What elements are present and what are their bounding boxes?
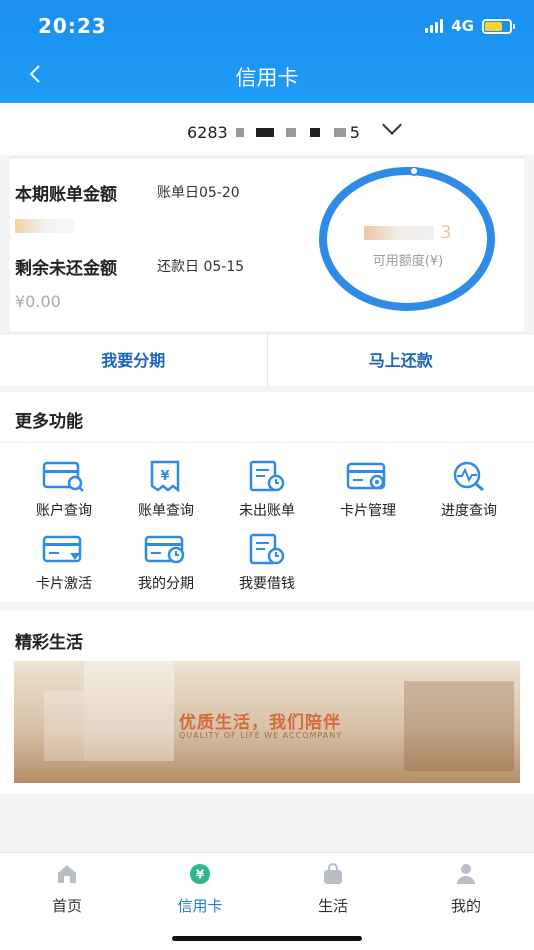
user-icon [457, 864, 475, 884]
bill-clock-icon [249, 460, 285, 492]
svg-text:¥: ¥ [196, 868, 205, 882]
available-credit-label: 可用额度(¥) [372, 254, 444, 269]
banner-building [44, 691, 84, 761]
masked-digit [309, 128, 320, 137]
card-number-prefix: 6283 [187, 123, 228, 142]
remaining-label: 剩余未还金额 [15, 259, 117, 279]
page-title: 信用卡 [235, 66, 299, 90]
divider [0, 442, 534, 443]
banner-subline: QUALITY OF LIFE WE ACCOMPANY [179, 731, 343, 740]
func-label: 未出账单 [239, 503, 295, 519]
current-bill-amount-masked [15, 219, 75, 233]
status-time: 20:23 [38, 14, 107, 38]
func-label: 卡片管理 [340, 503, 396, 519]
bill-yen-icon: ¥ [150, 460, 180, 492]
available-credit-value: 3 [348, 222, 468, 243]
installment-button[interactable]: 我要分期 [0, 334, 268, 386]
card-number-suffix: 5 [349, 123, 360, 142]
func-label: 我的分期 [138, 576, 194, 592]
remaining-amount: ¥0.00 [15, 292, 61, 311]
tab-mine[interactable]: 我的 [416, 863, 516, 916]
tab-credit-card[interactable]: ¥ 信用卡 [150, 863, 250, 916]
loan-document-icon [249, 533, 285, 565]
func-unbilled[interactable]: 未出账单 [217, 460, 317, 520]
current-bill-label: 本期账单金额 [15, 185, 117, 205]
tab-label: 信用卡 [177, 897, 223, 915]
func-borrow-money[interactable]: 我要借钱 [217, 533, 317, 593]
masked-digit [285, 128, 296, 137]
masked-digit [333, 128, 346, 137]
masked-amount [364, 226, 435, 240]
func-label: 账单查询 [138, 503, 194, 519]
action-bar: 我要分期 马上还款 [0, 333, 534, 386]
status-indicators: 4G [425, 17, 515, 35]
func-my-installment[interactable]: 我的分期 [116, 533, 216, 593]
signal-icon [425, 19, 444, 33]
func-bill-query[interactable]: ¥ 账单查询 [116, 460, 216, 520]
banner-building [404, 681, 514, 771]
available-credit-suffix: 3 [440, 222, 452, 243]
network-type: 4G [451, 17, 474, 35]
repay-day: 还款日 05-15 [157, 259, 245, 275]
func-label: 卡片激活 [36, 576, 92, 592]
tab-label: 生活 [317, 897, 348, 915]
card-clock-icon [144, 535, 185, 564]
masked-digit [255, 128, 274, 137]
home-indicator [172, 936, 362, 941]
func-label: 我要借钱 [239, 576, 295, 592]
life-banner[interactable]: 优质生活，我们陪伴 QUALITY OF LIFE WE ACCOMPANY [14, 661, 520, 783]
card-activate-icon [42, 535, 82, 563]
progress-search-icon [453, 461, 484, 492]
card-search-icon [42, 461, 84, 492]
func-card-manage[interactable]: 卡片管理 [318, 460, 418, 520]
banner-headline: 优质生活，我们陪伴 [179, 713, 341, 733]
battery-icon [482, 18, 515, 34]
card-number: 6283 5 [187, 123, 360, 142]
tab-label: 首页 [51, 897, 82, 915]
bill-day: 账单日05-20 [157, 185, 240, 201]
repay-now-button[interactable]: 马上还款 [268, 334, 534, 386]
life-title: 精彩生活 [15, 633, 83, 653]
tab-home[interactable]: 首页 [17, 863, 117, 916]
func-card-activate[interactable]: 卡片激活 [14, 533, 114, 593]
tab-life[interactable]: 生活 [283, 863, 383, 916]
header: 20:23 4G 信用卡 [0, 0, 534, 103]
func-progress-query[interactable]: 进度查询 [419, 460, 519, 520]
masked-digit [235, 128, 244, 137]
func-label: 进度查询 [441, 503, 497, 519]
func-label: 账户查询 [36, 503, 92, 519]
card-selector[interactable]: 6283 5 [0, 103, 534, 155]
more-functions-title: 更多功能 [15, 412, 83, 432]
yen-coin-icon: ¥ [190, 864, 210, 884]
tab-label: 我的 [450, 897, 481, 915]
bag-icon [324, 863, 342, 884]
func-account-query[interactable]: 账户查询 [14, 460, 114, 520]
banner-building [84, 661, 174, 761]
card-gear-icon [346, 462, 386, 490]
home-icon [58, 865, 76, 883]
svg-text:¥: ¥ [160, 469, 169, 484]
